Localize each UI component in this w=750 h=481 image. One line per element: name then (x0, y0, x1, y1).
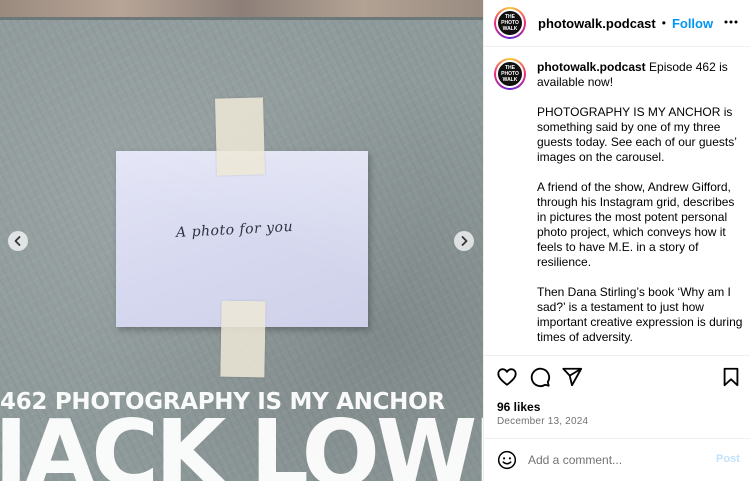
caption-paragraph: A friend of the show, Andrew Gifford, th… (537, 180, 735, 269)
caption-avatar[interactable]: THE PHOTO WALK (494, 58, 526, 90)
likes-count[interactable]: 96 likes (497, 400, 540, 414)
follow-button[interactable]: Follow (672, 16, 713, 31)
post-date[interactable]: December 13, 2024 (497, 416, 588, 427)
comment-bar: Post (484, 439, 750, 481)
caption-paragraph: photowalk.podcast Episode 462 is availab… (537, 60, 728, 89)
tape-top (215, 97, 265, 176)
chevron-left-icon (14, 236, 21, 246)
comment-button[interactable] (529, 366, 551, 388)
separator-dot: • (661, 16, 666, 30)
caption-area: THE PHOTO WALK photowalk.podcast Episode 4… (484, 47, 750, 355)
caption-username[interactable]: photowalk.podcast (537, 60, 646, 74)
like-button[interactable] (496, 366, 518, 388)
caption-text: photowalk.podcast Episode 462 is availab… (537, 60, 743, 355)
post-photo: A photo for you 462 PHOTOGRAPHY IS MY AN… (0, 0, 483, 481)
header-username[interactable]: photowalk.podcast (538, 16, 656, 31)
comment-icon (530, 367, 551, 388)
ellipsis-icon (724, 20, 738, 24)
emoji-button[interactable] (497, 450, 517, 470)
carousel-next-button[interactable] (454, 231, 474, 251)
wall-ledge (0, 0, 483, 20)
caption-paragraph: PHOTOGRAPHY IS MY ANCHOR is something sa… (537, 105, 737, 164)
save-button[interactable] (720, 366, 742, 388)
share-button[interactable] (561, 366, 583, 388)
chevron-right-icon (461, 236, 468, 246)
emoji-icon (497, 450, 517, 470)
tape-bottom (220, 300, 266, 378)
post-side-panel: THE PHOTO WALK photowalk.podcast • Follow … (483, 0, 750, 481)
guest-name-overlay: JACK LOWE (0, 404, 483, 481)
heart-icon (497, 368, 517, 386)
caption-paragraph: Then Dana Stirling’s book ‘Why am I sad?… (537, 285, 743, 344)
divider (484, 355, 750, 356)
share-icon (562, 367, 583, 387)
avatar-logo: THE PHOTO WALK (496, 9, 524, 37)
post-header: THE PHOTO WALK photowalk.podcast • Follow (484, 0, 750, 47)
avatar[interactable]: THE PHOTO WALK (494, 7, 526, 39)
action-bar (496, 366, 742, 388)
more-options-button[interactable] (723, 14, 739, 35)
comment-input[interactable] (528, 448, 708, 472)
carousel-prev-button[interactable] (8, 231, 28, 251)
bookmark-icon (723, 367, 739, 387)
avatar-logo: THE PHOTO WALK (496, 60, 524, 88)
post-button[interactable]: Post (716, 453, 740, 465)
